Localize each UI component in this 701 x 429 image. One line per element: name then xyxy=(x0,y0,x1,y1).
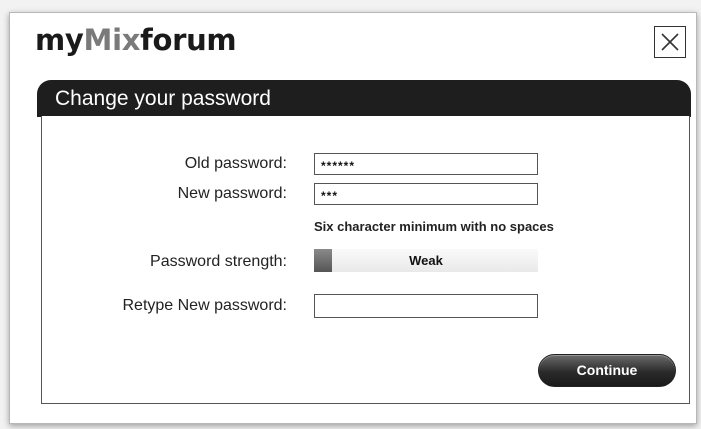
dialog-header: Change your password xyxy=(37,80,691,117)
password-hint: Six character minimum with no spaces xyxy=(314,219,554,234)
retype-password-input[interactable] xyxy=(314,294,538,318)
new-password-input[interactable] xyxy=(314,183,538,205)
close-icon xyxy=(661,33,679,51)
dialog-title: Change your password xyxy=(55,87,271,110)
close-button[interactable] xyxy=(654,26,686,58)
old-password-label: Old password: xyxy=(184,155,287,172)
mymixforum-logo: myMixforum xyxy=(35,23,237,57)
new-password-label: New password: xyxy=(177,185,287,202)
password-strength-label: Password strength: xyxy=(150,253,287,270)
password-strength-value: Weak xyxy=(409,253,443,268)
continue-button[interactable]: Continue xyxy=(538,354,676,387)
old-password-input[interactable] xyxy=(314,153,538,175)
retype-password-label: Retype New password: xyxy=(122,297,287,314)
password-strength-meter: Weak xyxy=(314,249,538,272)
